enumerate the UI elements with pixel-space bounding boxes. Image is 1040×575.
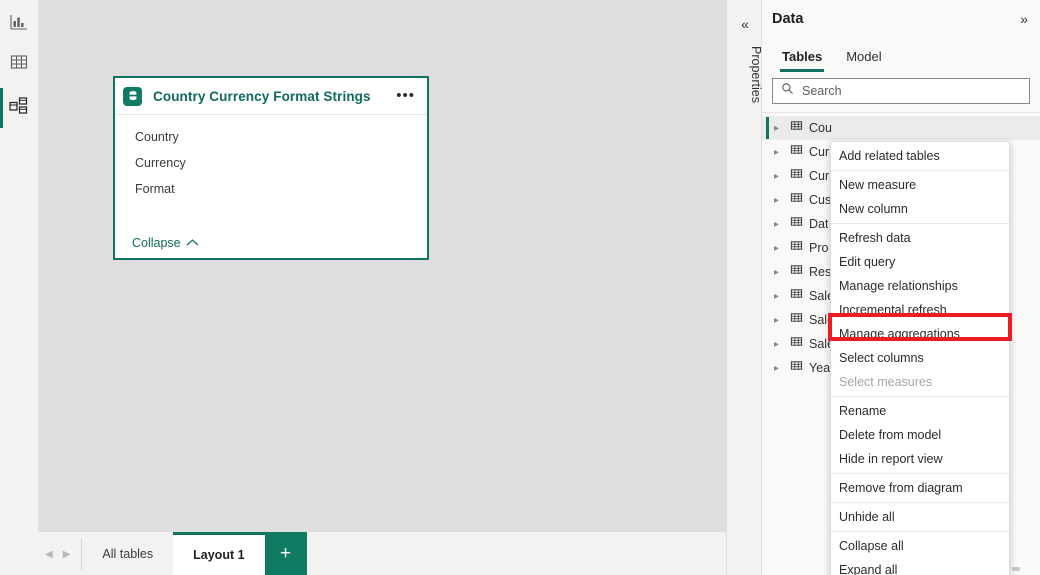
search-icon [781, 82, 794, 100]
data-panel-title: Data [772, 11, 804, 27]
model-canvas[interactable]: Country Currency Format Strings ••• Coun… [38, 0, 726, 531]
table-card-collapse-button[interactable]: Collapse [132, 236, 199, 250]
table-field[interactable]: Currency [135, 150, 427, 176]
menu-item-rename[interactable]: Rename [831, 399, 1009, 423]
data-panel-expand-chevron-icon[interactable]: » [1020, 11, 1028, 27]
table-icon [790, 191, 803, 209]
chevron-right-icon[interactable]: ▸ [774, 291, 784, 302]
menu-item-new-measure[interactable]: New measure [831, 173, 1009, 197]
table-icon [790, 239, 803, 257]
tab-layout-1[interactable]: Layout 1 [173, 532, 265, 575]
table-icon [790, 311, 803, 329]
table-field[interactable]: Country [135, 124, 427, 150]
table-list-item-label: Dat [809, 217, 829, 231]
menu-item-add-related-tables[interactable]: Add related tables [831, 144, 1009, 168]
bar-chart-icon [9, 12, 29, 37]
menu-item-select-measures: Select measures [839, 375, 933, 389]
menu-item-edit-query[interactable]: Edit query [831, 250, 1009, 274]
table-card-more-menu-button[interactable]: ••• [394, 88, 417, 103]
menu-divider [831, 473, 1009, 474]
table-list-item-label: Cus [809, 193, 832, 207]
menu-divider [831, 531, 1009, 532]
chevron-right-icon[interactable]: ▸ [774, 123, 784, 134]
menu-item-hide-in-report-view[interactable]: Hide in report view [831, 447, 1009, 471]
horizontal-scrollbar-track[interactable] [1012, 567, 1020, 571]
chevron-right-icon[interactable]: ▸ [774, 195, 784, 206]
data-panel-tabs: Tables Model [762, 38, 1040, 74]
menu-item-delete-from-model[interactable]: Delete from model [831, 423, 1009, 447]
tab-model[interactable]: Model [834, 38, 893, 74]
menu-divider [831, 170, 1009, 171]
table-icon [790, 167, 803, 185]
menu-item-new-column[interactable]: New column [831, 197, 1009, 221]
chevron-up-icon [186, 236, 199, 250]
properties-collapse-chevron-icon[interactable]: « [727, 16, 763, 32]
menu-divider [831, 396, 1009, 397]
table-list-item-label: Res [809, 265, 832, 279]
rail-item-data-view[interactable] [0, 44, 38, 84]
table-list-item-label: Cou [809, 121, 832, 135]
table-card-title: Country Currency Format Strings [153, 88, 371, 104]
data-panel-header: Data » [762, 0, 1040, 38]
table-list-item[interactable]: ▸ Cou [762, 116, 1040, 140]
chevron-right-icon[interactable]: ▸ [774, 339, 784, 350]
menu-item-remove-from-diagram[interactable]: Remove from diagram [831, 476, 1009, 500]
rail-item-model-view[interactable] [0, 88, 38, 128]
tab-prev-button[interactable]: ◀ [45, 549, 53, 560]
chevron-right-icon[interactable]: ▸ [774, 147, 784, 158]
chevron-right-icon[interactable]: ▸ [774, 267, 784, 278]
menu-divider [831, 502, 1009, 503]
chevron-right-icon[interactable]: ▸ [774, 219, 784, 230]
table-context-menu: Add related tables New measure New colum… [830, 141, 1010, 575]
tab-all-tables[interactable]: All tables [82, 532, 173, 575]
table-grid-icon [9, 52, 29, 77]
menu-item-select-columns[interactable]: Select columns [831, 346, 1009, 370]
layout-tab-bar: ◀ ▶ All tables Layout 1 + [38, 531, 726, 575]
properties-strip: « Properties [726, 0, 763, 575]
menu-item-expand-all[interactable]: Expand all [831, 558, 1009, 575]
chevron-right-icon[interactable]: ▸ [774, 363, 784, 374]
menu-item-manage-relationships[interactable]: Manage relationships [831, 274, 1009, 298]
table-list-item-label: Pro [809, 241, 829, 255]
table-icon [790, 335, 803, 353]
left-icon-rail [0, 0, 38, 575]
menu-item-refresh-data[interactable]: Refresh data [831, 226, 1009, 250]
search-placeholder: Search [802, 84, 842, 98]
data-panel-search-wrap: Search [762, 74, 1040, 112]
search-input[interactable]: Search [772, 78, 1030, 104]
menu-item-unhide-all[interactable]: Unhide all [831, 505, 1009, 529]
chevron-right-icon[interactable]: ▸ [774, 243, 784, 254]
add-layout-button[interactable]: + [264, 532, 307, 575]
table-list-item-label: Cur [809, 145, 830, 159]
table-icon [790, 143, 803, 161]
table-icon [790, 119, 803, 137]
table-list-item-label: Cur [809, 169, 830, 183]
chevron-right-icon[interactable]: ▸ [774, 171, 784, 182]
table-icon [790, 263, 803, 281]
table-card[interactable]: Country Currency Format Strings ••• Coun… [113, 76, 429, 260]
table-card-collapse-label: Collapse [132, 236, 181, 250]
tab-next-button[interactable]: ▶ [63, 549, 71, 560]
table-icon [790, 287, 803, 305]
menu-item-manage-aggregations[interactable]: Manage aggregations [831, 322, 1009, 346]
chevron-right-icon[interactable]: ▸ [774, 315, 784, 326]
menu-item-incremental-refresh[interactable]: Incremental refresh [831, 298, 1009, 322]
table-field[interactable]: Format [135, 176, 427, 202]
tab-nav-buttons: ◀ ▶ [38, 538, 83, 570]
database-table-icon [123, 86, 142, 106]
table-card-header: Country Currency Format Strings ••• [115, 78, 427, 115]
table-card-field-list: Country Currency Format [115, 115, 427, 202]
power-bi-model-view: Country Currency Format Strings ••• Coun… [0, 0, 1040, 575]
menu-item-collapse-all[interactable]: Collapse all [831, 534, 1009, 558]
table-icon [790, 359, 803, 377]
model-diagram-icon [8, 95, 30, 122]
menu-divider [831, 223, 1009, 224]
properties-panel-label[interactable]: Properties [727, 46, 763, 103]
table-icon [790, 215, 803, 233]
rail-item-report-view[interactable] [0, 4, 38, 44]
tab-tables[interactable]: Tables [770, 38, 834, 74]
